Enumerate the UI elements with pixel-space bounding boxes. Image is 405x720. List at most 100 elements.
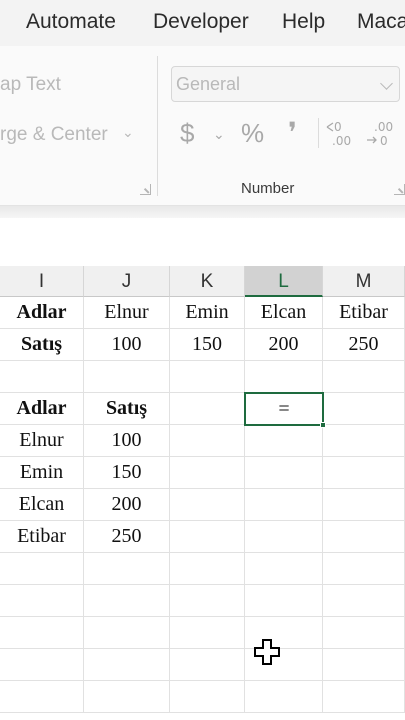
menu-automate[interactable]: Automate [26,10,116,34]
cell-l-r6[interactable] [245,457,323,489]
cell-m-r12[interactable] [323,649,405,681]
cell-l-r8[interactable] [245,521,323,553]
currency-dropdown-chevron-icon[interactable]: ⌄ [213,126,225,143]
svg-text:.00: .00 [374,120,393,134]
cell-k-r9[interactable] [170,553,245,585]
alignment-dialog-launcher-icon[interactable] [140,184,151,195]
menu-bar: Automate Developer Help Maca [0,0,405,46]
increase-decimal-icon[interactable]: 0 .00 [326,120,356,148]
decrease-decimal-icon[interactable]: .00 0 [366,120,396,148]
cell-l-r10[interactable] [245,585,323,617]
group-separator [157,56,158,196]
cell-j-r6[interactable]: 150 [84,457,170,489]
formula-area-gap [0,218,405,266]
cell-k-r5[interactable] [170,425,245,457]
cell-i-r7[interactable]: Elcan [0,489,84,521]
currency-icon[interactable]: $ [180,118,194,149]
ribbon-shadow [0,206,405,218]
comma-style-icon[interactable]: ❜ [288,116,297,149]
cell-m-r4[interactable] [323,393,405,425]
chevron-down-icon [380,77,393,90]
cell-m-r10[interactable] [323,585,405,617]
cell-i-r1[interactable]: Adlar [0,297,84,329]
menu-developer[interactable]: Developer [153,10,249,34]
cell-l-r9[interactable] [245,553,323,585]
svg-text:.00: .00 [332,134,351,148]
cell-k-r1[interactable]: Emin [170,297,245,329]
cell-k-r3[interactable] [170,361,245,393]
merge-center-button[interactable]: rge & Center [0,124,108,146]
menu-help[interactable]: Help [282,10,325,34]
menu-macabacus[interactable]: Maca [357,10,405,34]
cell-m-r6[interactable] [323,457,405,489]
cell-i-r11[interactable] [0,617,84,649]
cell-k-r12[interactable] [170,649,245,681]
cell-m-r9[interactable] [323,553,405,585]
column-header-l[interactable]: L [245,266,323,297]
cell-i-r10[interactable] [0,585,84,617]
cell-m-r11[interactable] [323,617,405,649]
cell-j-r11[interactable] [84,617,170,649]
cell-k-r11[interactable] [170,617,245,649]
svg-text:0: 0 [380,134,388,148]
number-group-label: Number [241,180,295,197]
cell-l-r2[interactable]: 200 [245,329,323,361]
cell-m-r13[interactable] [323,681,405,713]
column-header-k[interactable]: K [170,266,245,297]
cell-i-r2[interactable]: Satış [0,329,84,361]
cell-i-r13[interactable] [0,681,84,713]
cell-i-r5[interactable]: Elnur [0,425,84,457]
wrap-text-button[interactable]: ap Text [0,74,61,96]
number-format-value: General [176,74,241,94]
cell-k-r8[interactable] [170,521,245,553]
cell-j-r13[interactable] [84,681,170,713]
cell-m-r2[interactable]: 250 [323,329,405,361]
svg-text:0: 0 [334,120,342,134]
number-dialog-launcher-icon[interactable] [394,184,405,195]
cell-k-r2[interactable]: 150 [170,329,245,361]
cell-m-r3[interactable] [323,361,405,393]
cell-k-r7[interactable] [170,489,245,521]
cell-l-r7[interactable] [245,489,323,521]
cell-i-r4[interactable]: Adlar [0,393,84,425]
cell-j-r9[interactable] [84,553,170,585]
column-header-m[interactable]: M [323,266,405,297]
cell-k-r10[interactable] [170,585,245,617]
cell-m-r1[interactable]: Etibar [323,297,405,329]
cell-k-r13[interactable] [170,681,245,713]
ribbon: ap Text rge & Center ⌄ General $ ⌄ % ❜ 0… [0,46,405,206]
selected-cell-content: = [278,398,290,420]
cell-j-r8[interactable]: 250 [84,521,170,553]
cell-i-r8[interactable]: Etibar [0,521,84,553]
cell-l-r1[interactable]: Elcan [245,297,323,329]
cell-i-r12[interactable] [0,649,84,681]
cell-j-r1[interactable]: Elnur [84,297,170,329]
cell-k-r4[interactable] [170,393,245,425]
cell-j-r5[interactable]: 100 [84,425,170,457]
cell-i-r6[interactable]: Emin [0,457,84,489]
cell-i-r9[interactable] [0,553,84,585]
cell-j-r4[interactable]: Satış [84,393,170,425]
cell-m-r7[interactable] [323,489,405,521]
cell-m-r8[interactable] [323,521,405,553]
fill-handle[interactable] [320,422,326,428]
cell-select-cursor-icon [254,639,280,665]
cell-i-r3[interactable] [0,361,84,393]
icon-separator [318,118,319,148]
column-header-j[interactable]: J [84,266,170,297]
cell-k-r6[interactable] [170,457,245,489]
cell-j-r10[interactable] [84,585,170,617]
cell-j-r3[interactable] [84,361,170,393]
selected-cell[interactable]: = [244,392,326,428]
cell-l-r5[interactable] [245,425,323,457]
cell-j-r12[interactable] [84,649,170,681]
cell-l-r3[interactable] [245,361,323,393]
merge-dropdown-chevron-icon[interactable]: ⌄ [122,124,134,141]
cell-j-r2[interactable]: 100 [84,329,170,361]
number-format-select[interactable]: General [171,66,400,102]
column-header-i[interactable]: I [0,266,84,297]
cell-m-r5[interactable] [323,425,405,457]
cell-l-r13[interactable] [245,681,323,713]
cell-j-r7[interactable]: 200 [84,489,170,521]
percent-icon[interactable]: % [241,118,264,149]
